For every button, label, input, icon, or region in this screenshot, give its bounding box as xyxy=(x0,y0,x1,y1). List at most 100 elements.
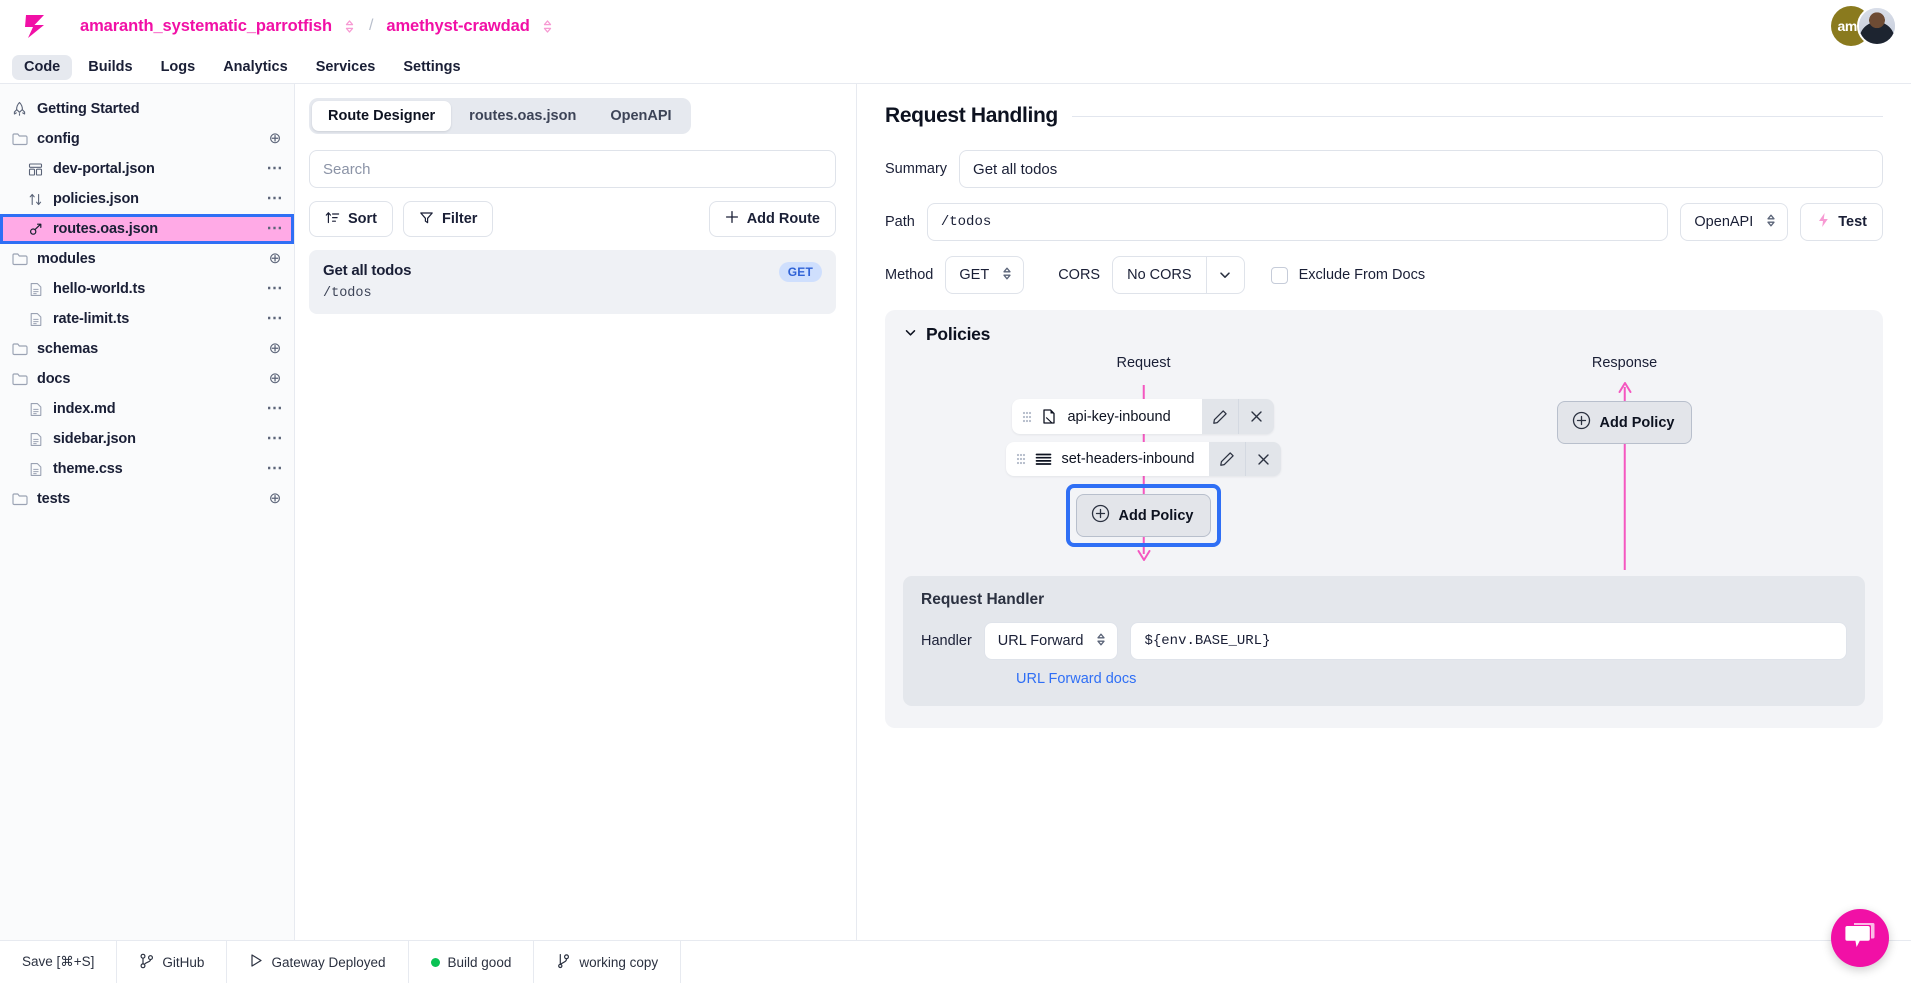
breadcrumb-org[interactable]: amaranth_systematic_parrotfish xyxy=(80,17,332,36)
policy-chip[interactable]: api-key-inbound xyxy=(1012,399,1274,434)
tab-route-designer[interactable]: Route Designer xyxy=(312,101,451,131)
sidebar-item-rate-limit-ts[interactable]: rate-limit.ts ⋯ xyxy=(0,304,294,334)
folder-icon xyxy=(10,130,29,149)
handler-type-select[interactable]: URL Forward xyxy=(984,622,1119,660)
nav-item-services[interactable]: Services xyxy=(304,55,388,80)
sidebar-item-label: dev-portal.json xyxy=(53,161,155,177)
policy-chip[interactable]: set-headers-inbound xyxy=(1006,442,1280,476)
method-select[interactable]: GET xyxy=(945,256,1024,294)
nav-item-code[interactable]: Code xyxy=(12,55,72,80)
nav-item-analytics[interactable]: Analytics xyxy=(211,55,299,80)
tab-routes-oas-json[interactable]: routes.oas.json xyxy=(453,101,592,131)
sidebar-item-getting-started[interactable]: Getting Started xyxy=(0,94,294,124)
file-icon xyxy=(26,310,45,329)
test-button[interactable]: Test xyxy=(1800,203,1883,241)
sidebar-item-dev-portal-json[interactable]: dev-portal.json ⋯ xyxy=(0,154,294,184)
nav-item-settings[interactable]: Settings xyxy=(391,55,472,80)
policy-chip-body[interactable]: api-key-inbound xyxy=(1012,399,1202,434)
remove-policy-icon[interactable] xyxy=(1238,399,1274,434)
add-route-button[interactable]: Add Route xyxy=(709,201,836,237)
spec-select[interactable]: OpenAPI xyxy=(1680,203,1788,241)
add-request-policy-button[interactable]: Add Policy xyxy=(1076,494,1212,537)
sidebar-item-policies-json[interactable]: policies.json ⋯ xyxy=(0,184,294,214)
method-cors-row: Method GET CORS No CORS Exclude From xyxy=(885,256,1883,294)
gateway-deployed-label: Gateway Deployed xyxy=(271,955,385,970)
path-input[interactable]: /todos xyxy=(927,203,1669,241)
route-info: Get all todos /todos xyxy=(323,262,779,301)
route-icon xyxy=(26,220,45,239)
play-icon xyxy=(249,953,263,971)
sidebar-item-label: modules xyxy=(37,251,96,267)
chevron-updown-icon xyxy=(1095,632,1107,651)
editor-tabs: Route Designer routes.oas.json OpenAPI xyxy=(309,98,691,134)
request-handling-panel: Request Handling Summary Get all todos P… xyxy=(857,84,1911,940)
drag-handle-icon[interactable] xyxy=(1022,410,1032,424)
project-switcher-icon[interactable] xyxy=(541,19,554,34)
chevron-down-icon[interactable] xyxy=(903,325,918,345)
handler-url-input[interactable]: ${env.BASE_URL} xyxy=(1130,622,1847,660)
nav-item-logs[interactable]: Logs xyxy=(149,55,208,80)
exclude-from-docs-checkbox[interactable]: Exclude From Docs xyxy=(1271,267,1426,284)
checkbox-box[interactable] xyxy=(1271,267,1288,284)
nav-item-builds[interactable]: Builds xyxy=(76,55,144,80)
sidebar-item-tests[interactable]: tests ⊕ xyxy=(0,484,294,514)
filter-icon xyxy=(419,210,434,229)
file-icon xyxy=(26,400,45,419)
save-button[interactable]: Save [⌘+S] xyxy=(0,941,117,983)
git-branch-icon xyxy=(139,953,154,972)
sidebar-item-theme-css[interactable]: theme.css ⋯ xyxy=(0,454,294,484)
zuplo-z-logo-icon[interactable] xyxy=(18,9,52,43)
working-copy-button[interactable]: working copy xyxy=(534,941,681,983)
github-button[interactable]: GitHub xyxy=(117,941,227,983)
sidebar-item-modules[interactable]: modules ⊕ xyxy=(0,244,294,274)
avatar[interactable] xyxy=(1857,6,1897,46)
tab-openapi[interactable]: OpenAPI xyxy=(594,101,687,131)
account-avatars: ama xyxy=(1831,6,1897,46)
sort-icon xyxy=(325,210,340,229)
sidebar-item-schemas[interactable]: schemas ⊕ xyxy=(0,334,294,364)
add-response-policy-button[interactable]: Add Policy xyxy=(1557,401,1693,444)
git-commit-icon xyxy=(556,953,571,972)
summary-input[interactable]: Get all todos xyxy=(959,150,1883,188)
edit-policy-icon[interactable] xyxy=(1209,442,1245,476)
sidebar-item-index-md[interactable]: index.md ⋯ xyxy=(0,394,294,424)
sort-button[interactable]: Sort xyxy=(309,201,393,237)
cors-select[interactable]: No CORS xyxy=(1112,256,1244,294)
chevron-down-icon[interactable] xyxy=(1206,257,1244,293)
layout-icon xyxy=(26,160,45,179)
page-title: Request Handling xyxy=(885,104,1058,128)
search-input[interactable] xyxy=(309,150,836,188)
gateway-deployed-button[interactable]: Gateway Deployed xyxy=(227,941,408,983)
sidebar-item-config[interactable]: config ⊕ xyxy=(0,124,294,154)
drag-handle-icon[interactable] xyxy=(1016,452,1026,466)
policies-header[interactable]: Policies xyxy=(903,324,1865,345)
sidebar-item-sidebar-json[interactable]: sidebar.json ⋯ xyxy=(0,424,294,454)
chat-bubble-button[interactable] xyxy=(1831,909,1889,967)
request-handler-title: Request Handler xyxy=(921,591,1847,609)
build-status-button[interactable]: Build good xyxy=(409,941,535,983)
sidebar-item-docs[interactable]: docs ⊕ xyxy=(0,364,294,394)
routes-toolbar: Sort Filter Add Route xyxy=(309,201,836,237)
sidebar-item-hello-world-ts[interactable]: hello-world.ts ⋯ xyxy=(0,274,294,304)
org-switcher-icon[interactable] xyxy=(343,19,356,34)
filter-button[interactable]: Filter xyxy=(403,201,493,237)
policies-section: Policies Request xyxy=(885,310,1883,728)
build-status-label: Build good xyxy=(448,955,512,970)
body: Getting Started config ⊕ dev-portal.json… xyxy=(0,84,1911,940)
edit-policy-icon[interactable] xyxy=(1202,399,1238,434)
remove-policy-icon[interactable] xyxy=(1245,442,1281,476)
header-divider xyxy=(1072,116,1883,117)
main-nav: Code Builds Logs Analytics Services Sett… xyxy=(0,52,1911,84)
exclude-from-docs-label: Exclude From Docs xyxy=(1299,267,1426,283)
summary-label: Summary xyxy=(885,161,947,177)
request-handler-section: Request Handler Handler URL Forward ${en… xyxy=(903,576,1865,706)
policy-headers-icon xyxy=(1035,452,1052,466)
policy-chip-body[interactable]: set-headers-inbound xyxy=(1006,442,1208,476)
breadcrumb-project[interactable]: amethyst-crawdad xyxy=(386,17,529,36)
route-list-item[interactable]: Get all todos /todos GET xyxy=(309,250,836,314)
save-label: Save [⌘+S] xyxy=(22,954,94,970)
sidebar-item-routes-oas-json[interactable]: routes.oas.json ⋯ xyxy=(0,214,294,244)
handler-label: Handler xyxy=(921,633,972,649)
url-forward-docs-link[interactable]: URL Forward docs xyxy=(1016,671,1136,687)
plus-circle-icon xyxy=(1572,411,1591,434)
